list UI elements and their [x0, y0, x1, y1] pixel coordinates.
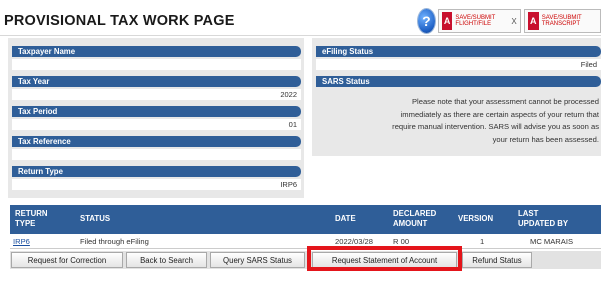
col-declared-amount[interactable]: DECLARED AMOUNT	[393, 209, 436, 229]
efiling-status-label: eFiling Status	[316, 46, 601, 57]
header-divider	[0, 35, 601, 36]
efiling-panel: eFiling Status Filed SARS Status Please …	[312, 38, 601, 156]
sars-status-label: SARS Status	[316, 76, 601, 87]
returns-grid-header: RETURN TYPE STATUS DATE DECLARED AMOUNT …	[10, 205, 601, 234]
sars-status-line: require manual intervention. SARS will a…	[392, 122, 599, 131]
back-to-search-button[interactable]: Back to Search	[126, 252, 207, 268]
sars-status-line: your return has been assessed.	[492, 134, 599, 144]
tax-year-value: 2022	[12, 89, 301, 100]
version-cell: 1	[480, 237, 485, 246]
action-button-bar: Request for Correction Back to Search Qu…	[10, 251, 601, 269]
tax-period-value: 01	[12, 119, 301, 130]
tax-year-label: Tax Year	[12, 76, 301, 87]
col-last-updated[interactable]: LAST UPDATED BY	[518, 209, 568, 229]
table-row: IRP6 Filed through eFiling 2022/03/28 R …	[10, 236, 601, 247]
taxpayer-panel: Taxpayer Name Tax Year 2022 Tax Period 0…	[8, 38, 304, 198]
status-cell: Filed through eFiling	[80, 237, 149, 246]
highlight-box	[307, 246, 462, 271]
close-icon[interactable]: X	[511, 17, 516, 26]
pdf-icon: A	[527, 12, 539, 30]
taxpayer-name-value	[12, 59, 301, 70]
row-divider	[10, 248, 601, 249]
top-toolbar: ? A SAVE/SUBMIT FLIGHT/FILE X A SAVE/SUB…	[418, 8, 601, 34]
pdf-export-button-2[interactable]: A SAVE/SUBMIT TRANSCRIPT	[523, 9, 601, 33]
last-updated-cell: MC MARAIS	[530, 237, 574, 246]
taxpayer-name-label: Taxpayer Name	[12, 46, 301, 57]
col-return-type[interactable]: RETURN TYPE	[15, 209, 48, 229]
pdf-caption: SAVE/SUBMIT TRANSCRIPT	[541, 15, 582, 27]
query-sars-status-button[interactable]: Query SARS Status	[210, 252, 305, 268]
pdf-icon: A	[441, 12, 453, 30]
tax-reference-value	[12, 149, 301, 160]
sars-status-line: immediately as there are certain aspects…	[400, 109, 599, 119]
pdf-caption: SAVE/SUBMIT FLIGHT/FILE	[455, 15, 496, 27]
return-type-label: Return Type	[12, 166, 301, 177]
pdf-export-button-1[interactable]: A SAVE/SUBMIT FLIGHT/FILE X	[437, 9, 521, 33]
return-type-link[interactable]: IRP6	[13, 236, 30, 247]
tax-reference-label: Tax Reference	[12, 136, 301, 147]
col-version[interactable]: VERSION	[458, 214, 493, 224]
help-icon[interactable]: ?	[418, 9, 435, 33]
refund-status-button[interactable]: Refund Status	[462, 252, 532, 268]
request-correction-button[interactable]: Request for Correction	[11, 252, 123, 268]
efiling-status-value: Filed	[316, 59, 601, 70]
return-type-value: IRP6	[12, 179, 301, 190]
sars-status-line: Please note that your assessment cannot …	[411, 97, 599, 106]
page-title: PROVISIONAL TAX WORK PAGE	[4, 13, 235, 29]
tax-period-label: Tax Period	[12, 106, 301, 117]
col-status[interactable]: STATUS	[80, 214, 110, 224]
col-date[interactable]: DATE	[335, 214, 356, 224]
sars-status-message: Please note that your assessment cannot …	[316, 96, 599, 146]
